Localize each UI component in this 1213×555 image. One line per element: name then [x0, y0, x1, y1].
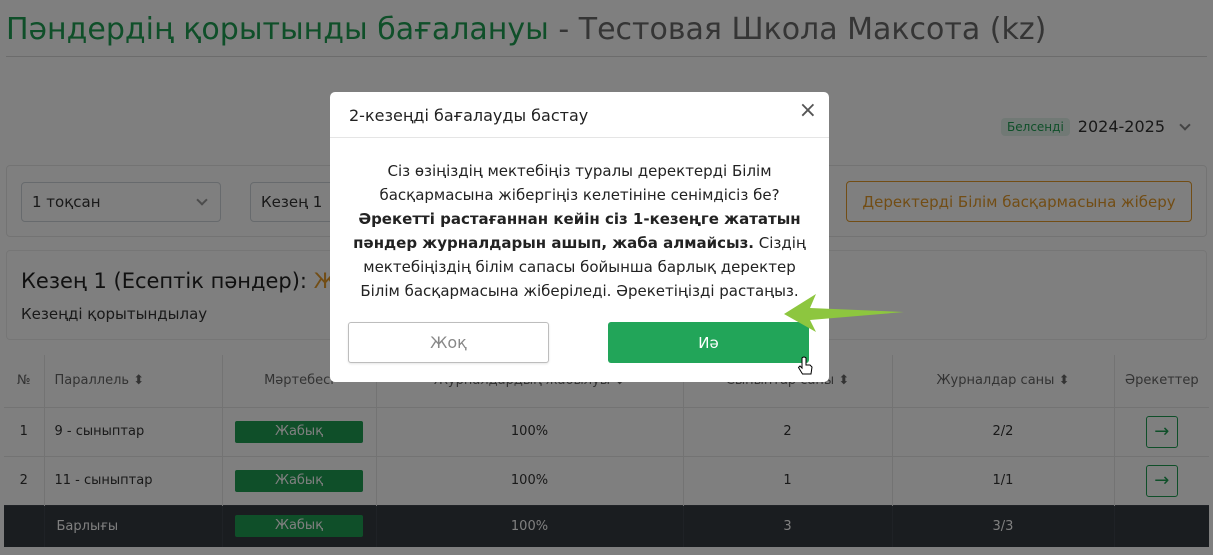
dialog-message-text: Сіз өзіңіздің мектебіңіз туралы деректер…: [379, 162, 780, 204]
hand-cursor-icon: [797, 356, 813, 375]
close-icon[interactable]: ×: [799, 100, 817, 122]
dialog-title: 2-кезеңді бағалауды бастау: [349, 106, 589, 125]
dialog-header: 2-кезеңді бағалауды бастау ×: [330, 92, 829, 138]
dialog-message-warning: Әрекетті растағаннан кейін сіз 1-кезеңге…: [353, 210, 801, 252]
no-button[interactable]: Жоқ: [348, 322, 549, 363]
dialog-message: Сіз өзіңіздің мектебіңіз туралы деректер…: [346, 159, 813, 303]
confirm-dialog: 2-кезеңді бағалауды бастау × Сіз өзіңізд…: [330, 92, 829, 382]
annotation-arrow-icon: [784, 294, 904, 332]
yes-button[interactable]: Иә: [608, 322, 809, 363]
